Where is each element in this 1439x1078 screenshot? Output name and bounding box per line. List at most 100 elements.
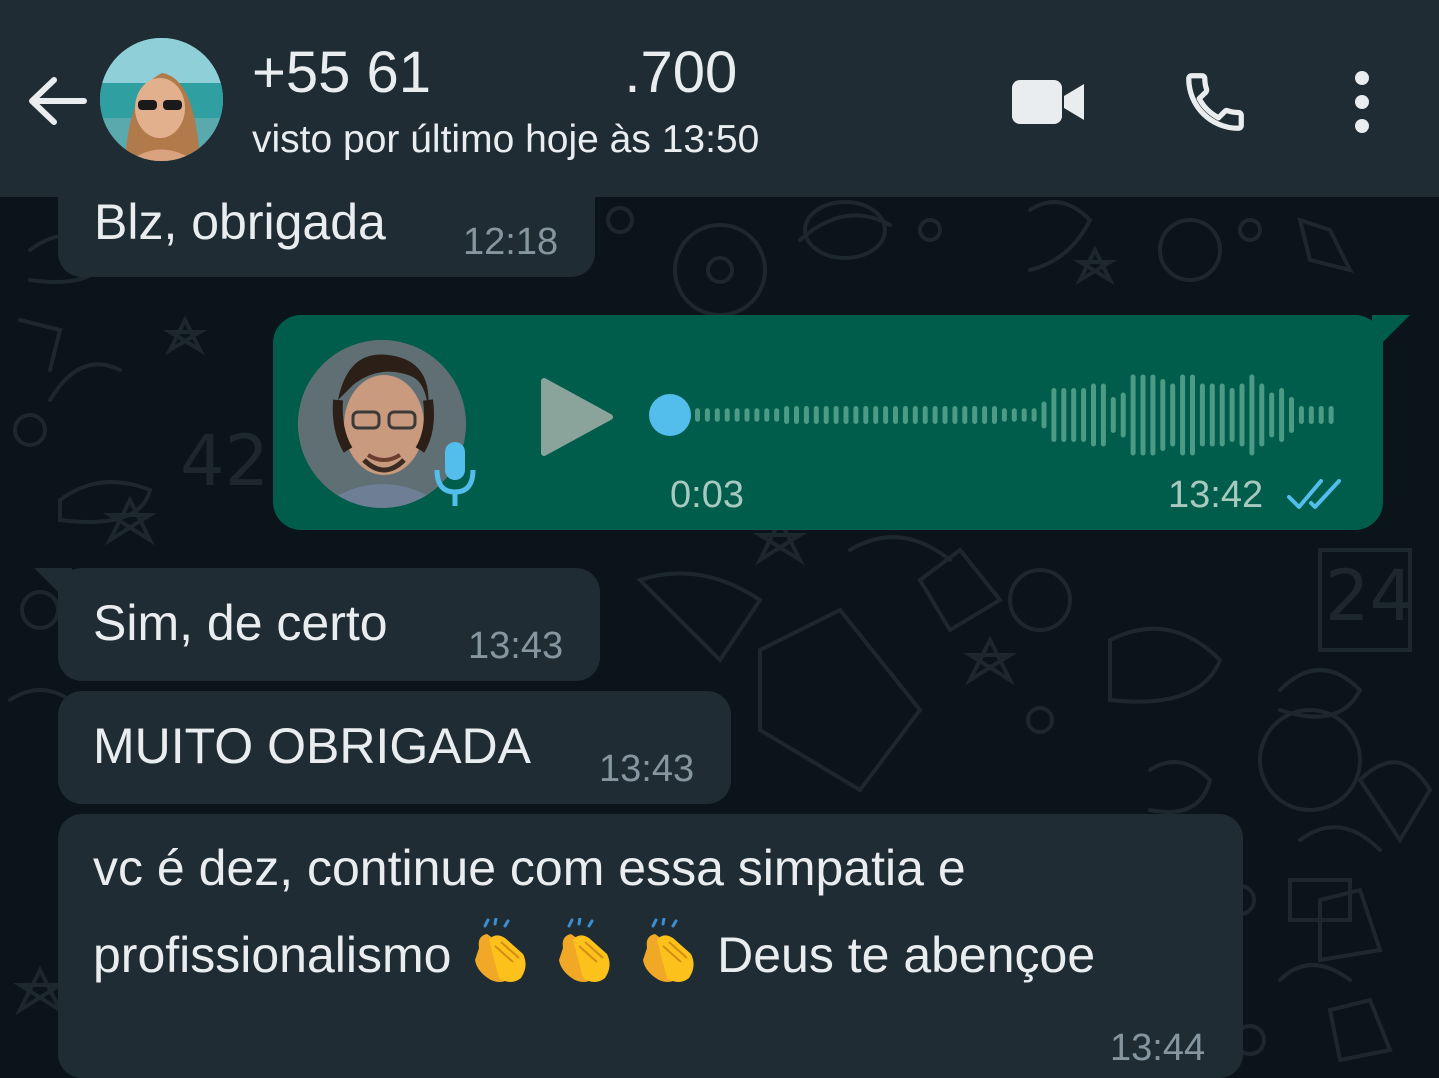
message-time: 13:43	[468, 625, 564, 667]
clapping-hands-emoji-icon	[559, 918, 610, 982]
waveform-bar	[1249, 374, 1255, 456]
message-text: Sim, de certo	[93, 595, 388, 651]
waveform-bar	[1308, 406, 1314, 424]
microphone-icon	[433, 440, 477, 510]
waveform-bar	[1100, 383, 1106, 447]
waveform-bar	[1130, 374, 1136, 456]
message-time: 13:44	[1110, 1027, 1206, 1069]
waveform-bar	[952, 406, 958, 424]
svg-text:24: 24	[1325, 555, 1414, 637]
message-bubble-incoming[interactable]: MUITO OBRIGADA 13:43	[58, 691, 731, 804]
waveform-bar	[803, 406, 809, 424]
waveform-bar	[1001, 408, 1007, 422]
waveform-bar	[942, 406, 948, 424]
audio-waveform[interactable]	[643, 370, 1343, 460]
waveform-bar	[744, 408, 750, 422]
waveform-bar	[932, 406, 938, 424]
waveform-bar	[784, 406, 790, 424]
waveform-bar	[833, 406, 839, 424]
read-receipt-icon	[1285, 475, 1345, 515]
waveform-bar	[912, 406, 918, 424]
waveform-bar	[1071, 388, 1077, 442]
waveform-bar	[982, 406, 988, 424]
waveform-bar	[1269, 392, 1275, 438]
waveform-bar	[1170, 383, 1176, 447]
message-time: 13:43	[599, 748, 695, 790]
message-time: 12:18	[463, 221, 559, 263]
waveform-bar	[1289, 397, 1294, 433]
waveform-bar	[1150, 374, 1156, 456]
waveform-bar	[1209, 383, 1215, 447]
waveform-bar	[1120, 392, 1126, 438]
message-text-line-2: profissionalismo Deus te abençoe	[93, 918, 1095, 988]
waveform-bar	[1239, 383, 1245, 447]
waveform-bar	[764, 408, 770, 422]
waveform-bar	[1021, 408, 1027, 422]
waveform-bar	[1011, 408, 1017, 422]
voice-message-bubble[interactable]: 0:03 13:42	[273, 315, 1383, 530]
waveform-bar	[893, 406, 898, 424]
message-bubble-incoming[interactable]: Sim, de certo 13:43	[58, 568, 600, 681]
waveform-bar	[1229, 388, 1235, 442]
message-text-segment: Deus te abençoe	[717, 927, 1096, 983]
contact-last-seen: visto por último hoje às 13:50	[252, 118, 760, 161]
waveform-bar	[724, 408, 730, 422]
waveform-bar	[1328, 406, 1334, 424]
waveform-bar	[902, 406, 908, 424]
waveform-bar	[754, 408, 760, 422]
clapping-hands-emoji-icon	[643, 918, 694, 982]
contact-avatar[interactable]	[100, 38, 223, 161]
waveform-bar	[843, 406, 849, 424]
chat-header: +55 61 .700 visto por último hoje às 13:…	[0, 0, 1439, 197]
waveform-bar	[813, 406, 819, 424]
message-text-segment: profissionalismo	[93, 927, 452, 983]
phone-icon[interactable]	[1175, 62, 1255, 142]
message-bubble-incoming[interactable]: vc é dez, continue com essa simpatia e p…	[58, 814, 1243, 1078]
waveform-bar	[1199, 383, 1205, 447]
waveform-bar	[1091, 383, 1096, 447]
message-text: Blz, obrigada	[94, 194, 386, 250]
svg-text:42: 42	[180, 420, 269, 502]
waveform-bar	[1061, 388, 1067, 442]
waveform-bar	[1190, 374, 1195, 456]
message-time: 13:42	[1168, 474, 1264, 516]
waveform-bar	[1031, 408, 1037, 422]
more-vert-icon[interactable]	[1322, 62, 1402, 142]
back-arrow-icon[interactable]	[22, 66, 92, 136]
message-text: MUITO OBRIGADA	[93, 718, 532, 774]
playback-progress-dot	[649, 394, 691, 436]
play-button[interactable]	[538, 375, 618, 460]
waveform-bar	[1298, 406, 1304, 424]
voice-duration: 0:03	[670, 474, 744, 516]
waveform-bar	[853, 406, 859, 424]
waveform-bar	[704, 408, 710, 422]
waveform-bar	[774, 408, 780, 422]
waveform-bar	[922, 406, 928, 424]
waveform-bar	[873, 406, 879, 424]
waveform-bar	[1160, 379, 1166, 451]
waveform-bar	[883, 406, 889, 424]
waveform-bar	[823, 406, 829, 424]
waveform-bar	[794, 406, 799, 424]
waveform-bar	[863, 406, 869, 424]
waveform-bar	[714, 408, 720, 422]
waveform-bar	[1318, 406, 1324, 424]
waveform-bar	[1081, 388, 1087, 442]
clapping-hands-emoji-icon	[475, 918, 526, 982]
waveform-bar	[1051, 388, 1057, 442]
waveform-bar	[1259, 383, 1265, 447]
waveform-bar	[695, 408, 700, 422]
message-text-line-1: vc é dez, continue com essa simpatia e	[93, 840, 966, 896]
video-call-icon[interactable]	[1008, 62, 1088, 142]
waveform-bar	[1110, 397, 1116, 433]
waveform-bar	[1279, 388, 1285, 442]
waveform-bar	[992, 406, 997, 424]
contact-name[interactable]: +55 61 .700	[252, 38, 737, 108]
waveform-bar	[1219, 383, 1225, 447]
waveform-bar	[734, 408, 740, 422]
waveform-bar	[962, 406, 968, 424]
waveform-bar	[1041, 401, 1047, 429]
waveform-bar	[1140, 374, 1146, 456]
waveform-bar	[972, 406, 978, 424]
waveform-bar	[1180, 374, 1186, 456]
